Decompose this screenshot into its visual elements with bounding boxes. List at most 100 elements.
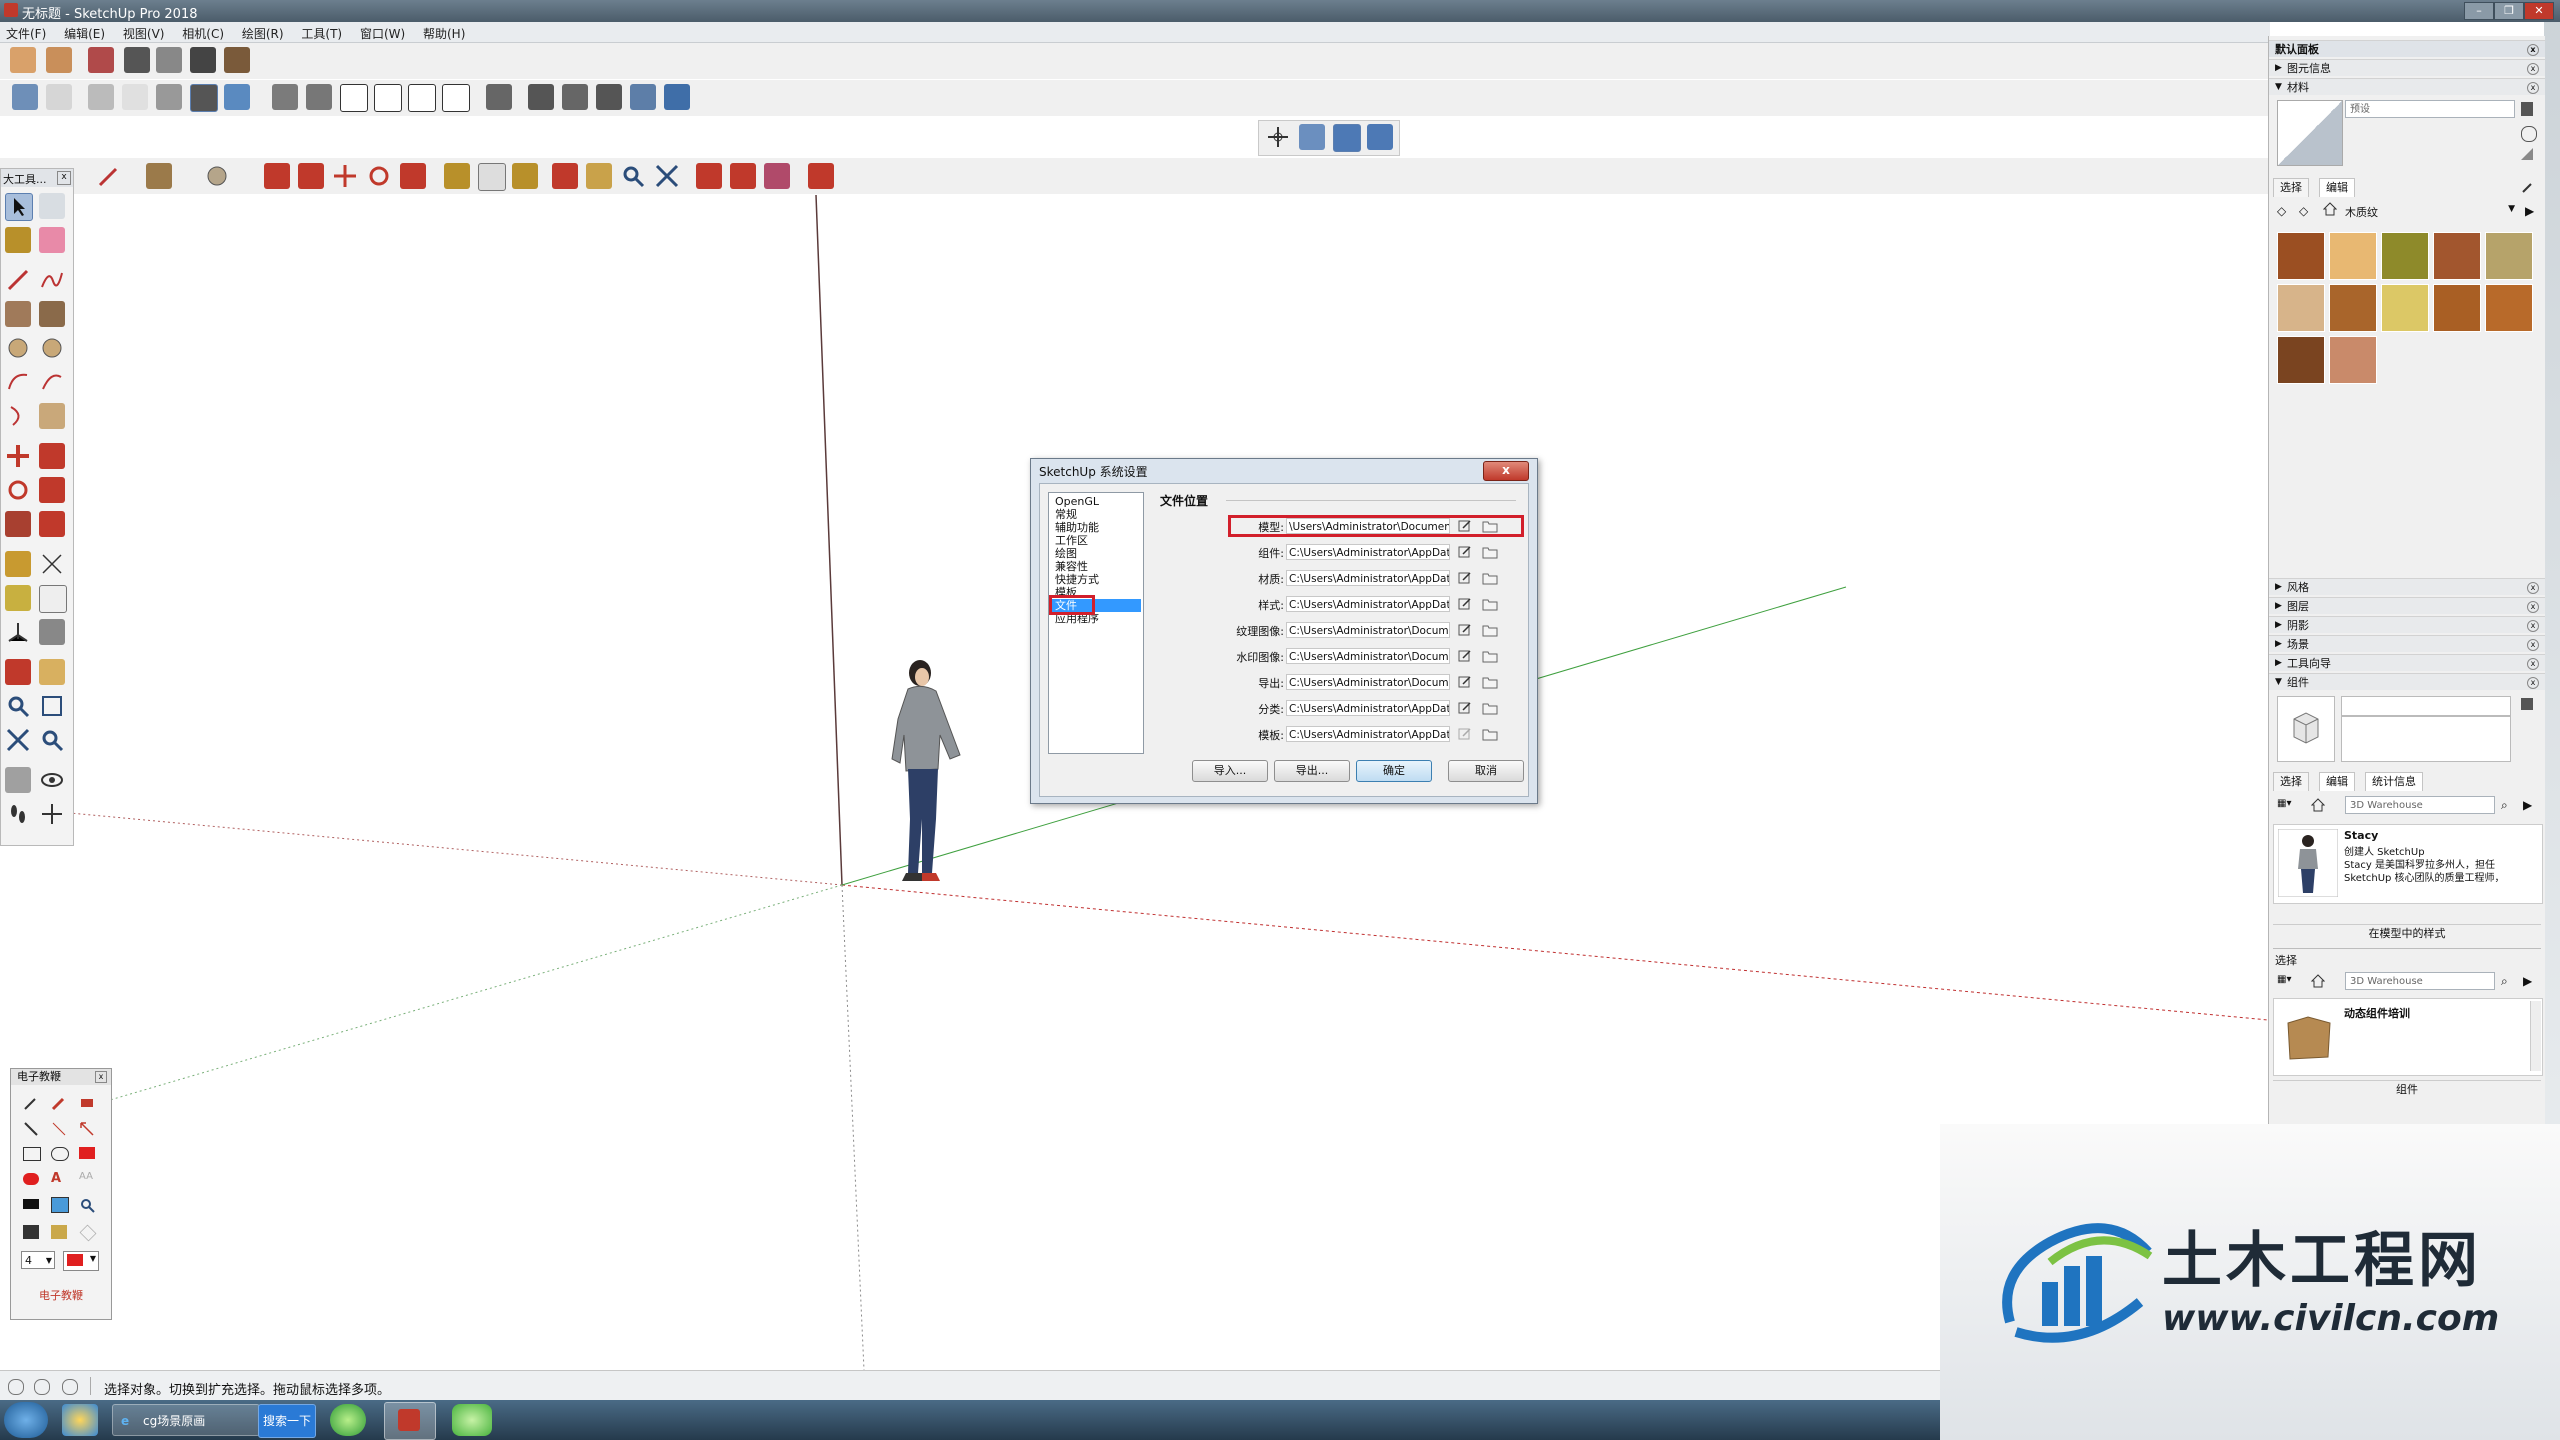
- rotated-rectangle-icon[interactable]: [39, 301, 65, 327]
- in-model-styles-bar[interactable]: 在模型中的样式: [2273, 924, 2541, 943]
- material-swatch[interactable]: [2433, 284, 2481, 332]
- move-tool-icon[interactable]: [5, 443, 31, 469]
- material-swatch[interactable]: [2485, 232, 2533, 280]
- search-icon[interactable]: ⌕: [2501, 798, 2508, 813]
- file-path-field[interactable]: C:\Users\Administrator\AppData\: [1286, 596, 1450, 612]
- zoom-icon[interactable]: [620, 163, 646, 189]
- top-view-icon[interactable]: [306, 84, 332, 110]
- material-swatch[interactable]: [2277, 336, 2325, 384]
- details-arrow-icon[interactable]: ▶: [2525, 204, 2534, 218]
- material-name-field[interactable]: 预设: [2345, 100, 2515, 118]
- component-description-field[interactable]: [2341, 716, 2511, 762]
- file-path-field[interactable]: C:\Users\Administrator\AppData\: [1286, 570, 1450, 586]
- outer-shell-icon[interactable]: [528, 84, 554, 110]
- panel-styles[interactable]: ▶ 风格 x: [2269, 578, 2545, 595]
- nav-item-accessibility[interactable]: 辅助功能: [1051, 521, 1141, 534]
- walk-tool-icon[interactable]: [5, 801, 31, 827]
- iso-view-icon[interactable]: [272, 84, 298, 110]
- thin-line-icon[interactable]: [51, 1121, 67, 1137]
- open-folder-icon[interactable]: [1482, 675, 1498, 689]
- follow-me-tool-icon[interactable]: [39, 477, 65, 503]
- back-icon[interactable]: ◇: [2277, 204, 2286, 218]
- orbit-icon[interactable]: [552, 163, 578, 189]
- arrow-line-icon[interactable]: [79, 1121, 95, 1137]
- warehouse-icon[interactable]: [696, 163, 722, 189]
- minimize-button[interactable]: –: [2464, 2, 2494, 20]
- list-scrollbar[interactable]: [2530, 1001, 2541, 1071]
- back-edges-icon[interactable]: [46, 84, 72, 110]
- circle-icon[interactable]: [204, 163, 230, 189]
- dialog-close-button[interactable]: x: [1483, 461, 1529, 481]
- material-swatch[interactable]: [2433, 232, 2481, 280]
- text-tool-icon[interactable]: [39, 585, 67, 613]
- open-folder-icon[interactable]: [1482, 623, 1498, 637]
- menu-window[interactable]: 窗口(W): [354, 22, 413, 42]
- component-details-icon[interactable]: [2521, 698, 2533, 710]
- push-pull-tool-icon[interactable]: [39, 443, 65, 469]
- position-camera-tool-icon[interactable]: [5, 767, 31, 793]
- hidden-line-icon[interactable]: [122, 84, 148, 110]
- nav-item-compatibility[interactable]: 兼容性: [1051, 560, 1141, 573]
- materials-tab-select[interactable]: 选择: [2273, 178, 2309, 197]
- filled-ellipse-icon[interactable]: [23, 1173, 39, 1185]
- shaded-with-textures-icon[interactable]: [190, 84, 218, 112]
- ruby-console-icon[interactable]: [808, 163, 834, 189]
- dimension-tool-icon[interactable]: [39, 551, 65, 577]
- material-swatch[interactable]: [2485, 284, 2533, 332]
- ok-button[interactable]: 确定: [1356, 760, 1432, 782]
- share-model-icon[interactable]: [730, 163, 756, 189]
- create-material-icon[interactable]: [2521, 126, 2537, 142]
- position-camera-icon[interactable]: [1265, 124, 1291, 150]
- clear-icon[interactable]: [79, 1224, 97, 1242]
- axes-tool-icon[interactable]: [5, 619, 31, 645]
- file-path-field[interactable]: C:\Users\Administrator\Document: [1286, 622, 1450, 638]
- pan-tool-icon[interactable]: [39, 659, 65, 685]
- split-icon[interactable]: [664, 84, 690, 110]
- image-icon[interactable]: [51, 1197, 69, 1213]
- panel-layers[interactable]: ▶ 图层 x: [2269, 597, 2545, 614]
- menu-file[interactable]: 文件(F): [0, 22, 54, 42]
- panel-close-icon[interactable]: x: [2527, 601, 2539, 613]
- 3d-text-tool-icon[interactable]: [39, 619, 65, 645]
- file-path-field[interactable]: C:\Users\Administrator\AppData\: [1286, 700, 1450, 716]
- secondary-warehouse-search[interactable]: 3D Warehouse: [2345, 972, 2495, 990]
- shaded-icon[interactable]: [156, 84, 182, 110]
- offset-tool-icon[interactable]: [39, 511, 65, 537]
- text-a-icon[interactable]: A: [51, 1171, 67, 1187]
- zoom-extents-tool-icon[interactable]: [5, 727, 31, 753]
- rectangle-icon[interactable]: [146, 163, 172, 189]
- nav-item-workspace[interactable]: 工作区: [1051, 534, 1141, 547]
- edit-path-icon[interactable]: [1458, 545, 1472, 559]
- home-icon[interactable]: [2322, 202, 2338, 216]
- material-library-dropdown[interactable]: 木质纹 ▼: [2345, 204, 2515, 220]
- menu-draw[interactable]: 绘图(R): [236, 22, 292, 42]
- material-swatch[interactable]: [2277, 232, 2325, 280]
- tape-measure-tool-icon[interactable]: [5, 551, 31, 577]
- rotate-tool-icon[interactable]: [5, 477, 31, 503]
- zoom-glass-icon[interactable]: [79, 1197, 95, 1213]
- wechat-icon[interactable]: [452, 1404, 492, 1436]
- rectangle-tool-icon[interactable]: [5, 301, 31, 327]
- standard-views-icon[interactable]: [10, 47, 36, 73]
- wireframe-icon[interactable]: [88, 84, 114, 110]
- edit-path-icon[interactable]: [1458, 623, 1472, 637]
- panel-scenes[interactable]: ▶ 场景 x: [2269, 635, 2545, 652]
- view-options-icon[interactable]: ▦▾: [2277, 798, 2297, 812]
- details-arrow-icon[interactable]: ▶: [2523, 974, 2532, 988]
- pencil-line-icon[interactable]: [96, 163, 122, 189]
- text-icon[interactable]: [478, 163, 506, 191]
- panel-close-icon[interactable]: x: [2527, 639, 2539, 651]
- edit-path-icon[interactable]: [1458, 649, 1472, 663]
- pan-icon[interactable]: [586, 163, 612, 189]
- drape-icon[interactable]: [224, 47, 250, 73]
- panel-close-icon[interactable]: x: [2527, 63, 2539, 75]
- secondary-home-icon[interactable]: [2310, 974, 2326, 988]
- union-icon[interactable]: [596, 84, 622, 110]
- view-options-icon[interactable]: ▦▾: [2277, 974, 2297, 988]
- file-path-field[interactable]: C:\Users\Administrator\AppData\: [1286, 726, 1450, 742]
- open-folder-icon[interactable]: [1482, 701, 1498, 715]
- protractor-tool-icon[interactable]: [5, 585, 31, 611]
- open-folder-icon[interactable]: [1482, 571, 1498, 585]
- eraser-tool-icon[interactable]: [39, 227, 65, 253]
- subtract-icon[interactable]: [630, 84, 656, 110]
